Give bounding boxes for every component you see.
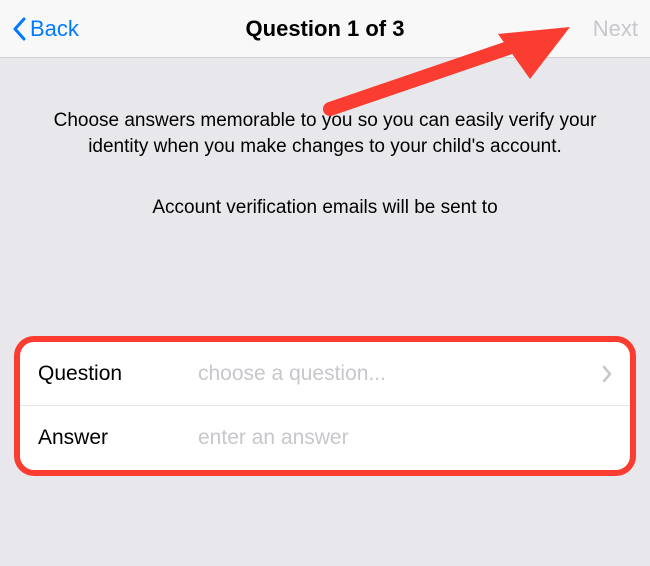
chevron-left-icon — [12, 17, 27, 41]
content-area: Choose answers memorable to you so you c… — [0, 58, 650, 219]
navigation-bar: Back Question 1 of 3 Next — [0, 0, 650, 58]
back-label: Back — [30, 16, 79, 42]
question-placeholder: choose a question... — [198, 362, 602, 386]
question-row[interactable]: Question choose a question... — [20, 342, 630, 406]
answer-label: Answer — [38, 426, 198, 450]
page-title: Question 1 of 3 — [246, 16, 405, 42]
verification-text: Account verification emails will be sent… — [28, 197, 622, 219]
instruction-text: Choose answers memorable to you so you c… — [28, 108, 622, 159]
next-button[interactable]: Next — [593, 16, 638, 42]
answer-row[interactable]: Answer enter an answer — [20, 406, 630, 470]
chevron-right-icon — [602, 365, 612, 383]
security-question-form: Question choose a question... Answer ent… — [14, 336, 636, 476]
question-label: Question — [38, 362, 198, 386]
answer-placeholder: enter an answer — [198, 426, 612, 450]
back-button[interactable]: Back — [12, 16, 79, 42]
